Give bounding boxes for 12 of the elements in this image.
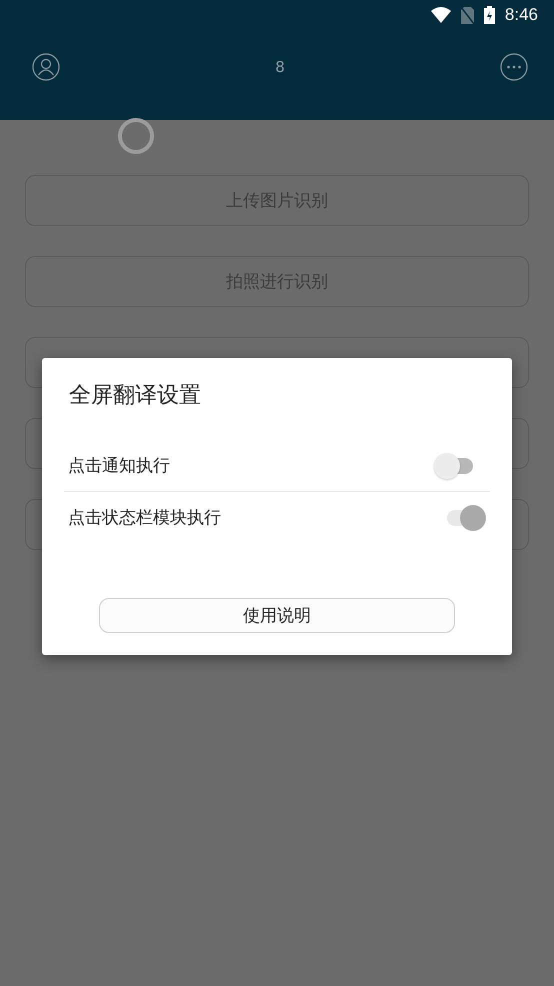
loading-spinner [116,116,156,156]
no-sim-icon [460,6,474,24]
user-icon[interactable] [32,53,60,81]
status-time: 8:46 [504,5,538,25]
dialog-title: 全屏翻译设置 [68,382,202,410]
battery-icon [484,6,495,24]
more-icon[interactable] [500,53,528,81]
help-button[interactable]: 使用说明 [99,598,455,633]
wifi-icon [430,7,451,23]
setting-label: 点击通知执行 [68,455,170,477]
header-title: 8 [275,58,285,76]
setting-label: 点击状态栏模块执行 [68,507,221,529]
